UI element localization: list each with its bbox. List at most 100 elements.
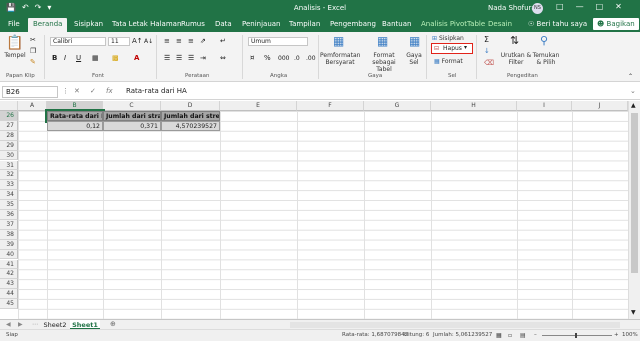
align-center-icon[interactable]: ☰	[176, 54, 182, 63]
tab-pengembang[interactable]: Pengembang	[330, 20, 376, 28]
row-header[interactable]: 35	[0, 200, 18, 210]
sort-filter-button[interactable]: Urutkan & Filter	[500, 52, 532, 66]
zoom-in-icon[interactable]: +	[614, 330, 619, 341]
tell-me-search[interactable]: ☉ Beri tahu saya	[528, 20, 587, 28]
row-header[interactable]: 45	[0, 299, 18, 309]
row-header[interactable]: 34	[0, 190, 18, 201]
cut-icon[interactable]: ✂	[30, 36, 36, 45]
enter-icon[interactable]: ✓	[90, 87, 96, 95]
number-format-select[interactable]: Umum	[248, 37, 308, 46]
name-box[interactable]: B26	[2, 86, 58, 98]
tab-sisipkan[interactable]: Sisipkan	[74, 20, 103, 28]
tab-tata-letak[interactable]: Tata Letak Halaman	[112, 20, 181, 28]
wrap-text-icon[interactable]: ↵	[220, 37, 226, 46]
row-header[interactable]: 31	[0, 160, 18, 171]
decrease-decimal-icon[interactable]: .00	[306, 54, 316, 63]
status-average[interactable]: Rata-rata: 1,687079842	[342, 330, 408, 341]
tab-peninjauan[interactable]: Peninjauan	[242, 20, 281, 28]
row-header[interactable]: 30	[0, 150, 18, 161]
row-header[interactable]: 39	[0, 239, 18, 250]
insert-cells-button[interactable]: ⊞ Sisipkan	[432, 35, 464, 42]
tab-analisis-pivottable[interactable]: Analisis PivotTable	[421, 20, 485, 28]
row-header[interactable]: 42	[0, 269, 18, 280]
fill-color-icon[interactable]: ▩	[112, 54, 119, 63]
column-header-d[interactable]: D	[161, 101, 220, 111]
tab-rumus[interactable]: Rumus	[181, 20, 205, 28]
sort-filter-icon[interactable]: ⇅	[510, 35, 519, 46]
next-sheet-icon[interactable]: ▶	[18, 321, 23, 328]
column-header-i[interactable]: I	[517, 101, 572, 111]
copy-icon[interactable]: ❐	[30, 47, 36, 56]
row-header[interactable]: 29	[0, 140, 18, 151]
insert-function-icon[interactable]: fx	[106, 87, 113, 95]
more-sheets-icon[interactable]: ⋯	[32, 321, 38, 328]
pivot-header-cell[interactable]: Jumlah dari strain	[103, 111, 161, 121]
page-break-icon[interactable]: ▤	[520, 330, 526, 341]
row-header[interactable]: 33	[0, 180, 18, 191]
tab-data[interactable]: Data	[215, 20, 232, 28]
tab-file[interactable]: File	[8, 20, 20, 28]
conditional-formatting-icon[interactable]: ▦	[333, 35, 344, 47]
font-name-select[interactable]: Calibri	[50, 37, 106, 46]
format-painter-icon[interactable]: ✎	[30, 58, 36, 67]
row-header[interactable]: 38	[0, 229, 18, 240]
tab-desain[interactable]: Desain	[488, 20, 512, 28]
tab-bantuan[interactable]: Bantuan	[382, 20, 411, 28]
cell-styles-button[interactable]: Gaya Sel	[404, 52, 424, 66]
row-header[interactable]: 27	[0, 120, 18, 131]
format-as-table-icon[interactable]: ▦	[377, 35, 388, 47]
italic-icon[interactable]: I	[64, 54, 66, 63]
row-header[interactable]: 37	[0, 219, 18, 230]
column-header-h[interactable]: H	[431, 101, 517, 111]
zoom-slider-thumb[interactable]	[575, 333, 577, 338]
minimize-icon[interactable]: —	[576, 2, 584, 11]
align-middle-icon[interactable]: ≡	[176, 37, 182, 46]
vertical-scrollbar[interactable]: ▲ ▼	[628, 101, 640, 320]
prev-sheet-icon[interactable]: ◀	[6, 321, 11, 328]
font-color-icon[interactable]: A	[134, 54, 139, 63]
pivot-value-cell[interactable]: 4,570239527	[161, 121, 220, 131]
percent-icon[interactable]: %	[264, 54, 271, 63]
column-header-j[interactable]: J	[572, 101, 628, 111]
find-select-button[interactable]: Temukan & Pilih	[530, 52, 562, 66]
scroll-up-icon[interactable]: ▲	[631, 102, 636, 109]
shrink-font-icon[interactable]: A↓	[144, 37, 153, 46]
row-header[interactable]: 40	[0, 249, 18, 260]
find-select-icon[interactable]: ⚲	[540, 35, 548, 46]
align-top-icon[interactable]: ≡	[164, 37, 170, 46]
column-header-a[interactable]: A	[18, 101, 47, 111]
column-header-e[interactable]: E	[220, 101, 297, 111]
row-header[interactable]: 28	[0, 130, 18, 141]
expand-formula-icon[interactable]: ⌄	[630, 87, 636, 95]
scroll-down-icon[interactable]: ▼	[631, 309, 636, 316]
formula-input[interactable]: Rata-rata dari HA	[126, 87, 187, 95]
ribbon-display-icon[interactable]: □	[556, 2, 564, 11]
zoom-slider[interactable]	[542, 335, 612, 336]
share-button[interactable]: ☻ Bagikan	[593, 18, 639, 30]
close-icon[interactable]: ✕	[615, 2, 622, 11]
row-header[interactable]: 41	[0, 259, 18, 270]
delete-cells-button[interactable]: ⊟ Hapus ▾	[431, 43, 473, 54]
align-right-icon[interactable]: ☰	[188, 54, 194, 63]
column-header-b[interactable]: B	[47, 101, 103, 111]
page-layout-icon[interactable]: ▫	[508, 330, 512, 341]
format-cells-button[interactable]: ▦ Format	[434, 58, 463, 65]
column-header-c[interactable]: C	[103, 101, 161, 111]
row-header[interactable]: 43	[0, 279, 18, 290]
format-as-table-button[interactable]: Format sebagai Tabel	[364, 52, 404, 73]
underline-icon[interactable]: U	[76, 54, 81, 63]
row-header[interactable]: 26	[0, 111, 18, 121]
merge-center-icon[interactable]: ⇔	[220, 54, 226, 63]
increase-decimal-icon[interactable]: .0	[294, 54, 300, 63]
align-bottom-icon[interactable]: ≡	[188, 37, 194, 46]
column-header-g[interactable]: G	[364, 101, 431, 111]
tab-beranda[interactable]: Beranda	[28, 18, 68, 32]
borders-icon[interactable]: ▦	[92, 54, 99, 63]
user-name[interactable]: Nada Shofura	[488, 4, 536, 12]
zoom-out-icon[interactable]: –	[534, 330, 537, 341]
cell-styles-icon[interactable]: ▦	[409, 35, 420, 47]
avatar[interactable]: NS	[532, 3, 543, 14]
collapse-ribbon-icon[interactable]: ⌃	[628, 72, 633, 81]
paste-icon[interactable]: 📋	[6, 36, 23, 50]
clear-icon[interactable]: ⌫	[484, 59, 494, 68]
